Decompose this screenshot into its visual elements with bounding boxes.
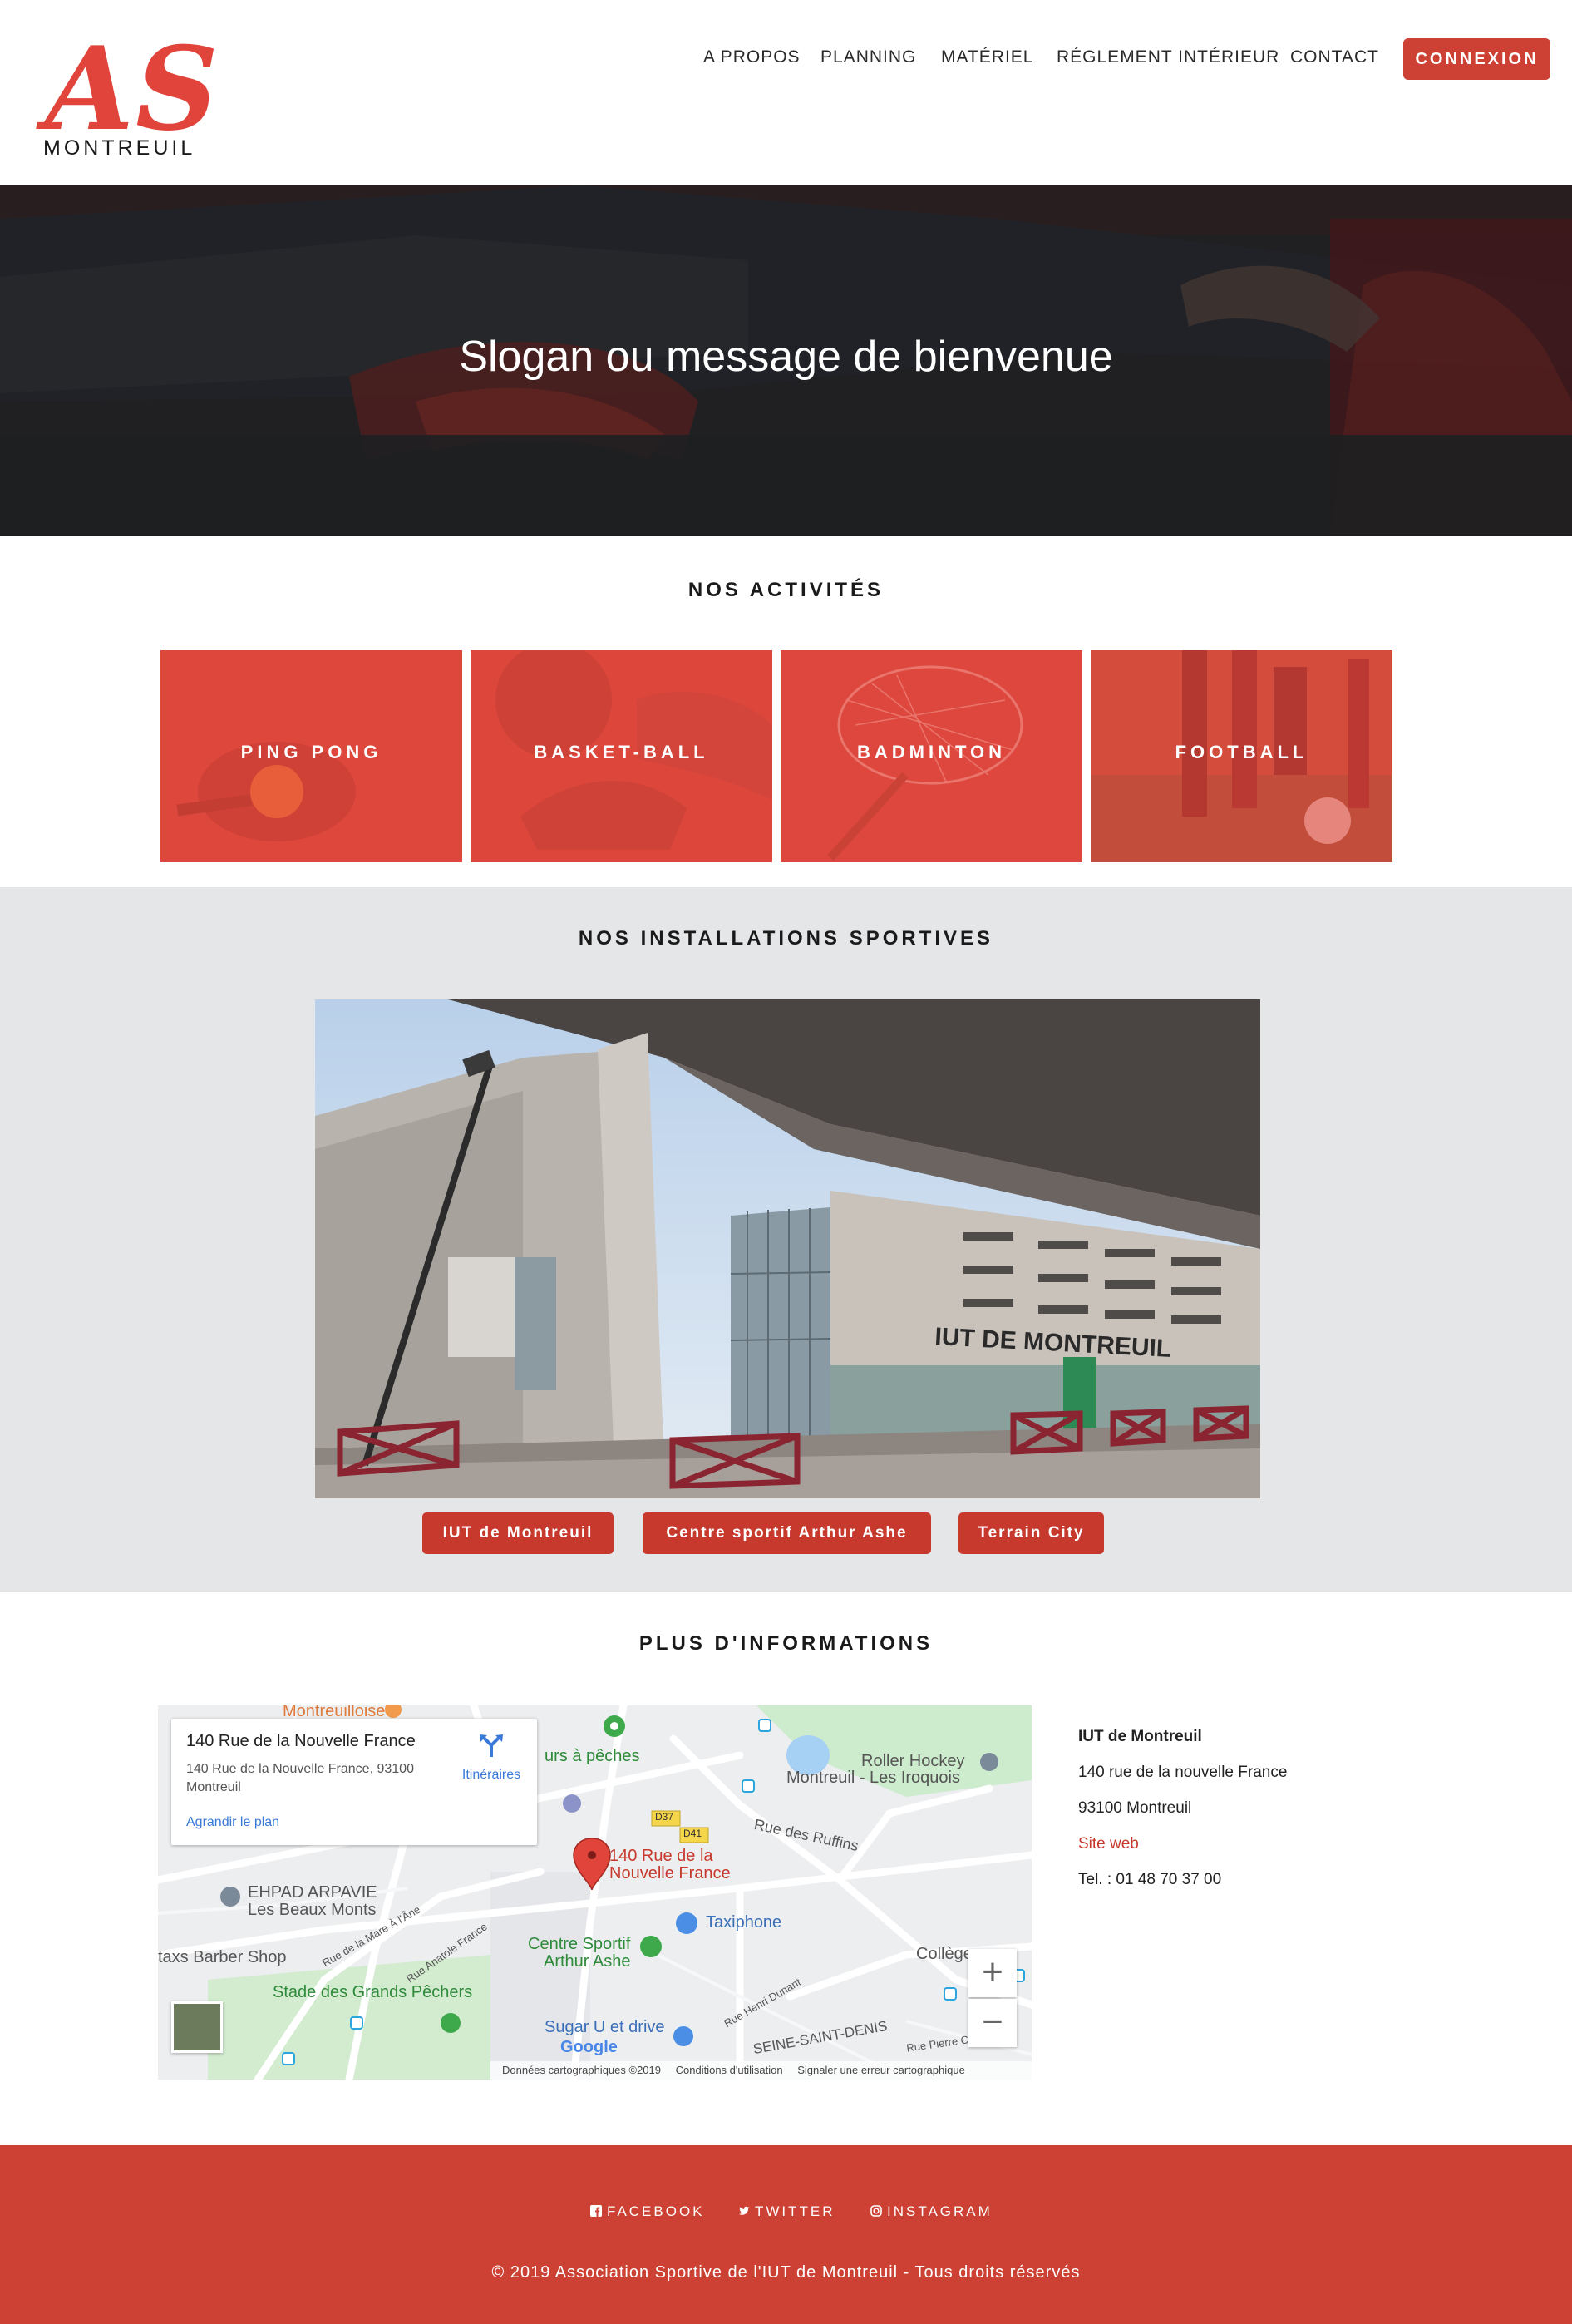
instagram-label: INSTAGRAM: [887, 2203, 993, 2219]
instagram-icon: [870, 2205, 882, 2217]
facebook-icon: [590, 2205, 602, 2217]
facebook-link[interactable]: FACEBOOK: [590, 2203, 705, 2220]
nav-item-a-propos[interactable]: A PROPOS: [703, 45, 801, 70]
map-card-title: 140 Rue de la Nouvelle France: [186, 1732, 416, 1750]
contact-info: IUT de Montreuil 140 rue de la nouvelle …: [1078, 1719, 1287, 1897]
directions-icon: [480, 1734, 503, 1757]
twitter-link[interactable]: TWITTER: [738, 2203, 835, 2220]
activities-title: NOS ACTIVITÉS: [687, 579, 885, 601]
activity-label: PING PONG: [240, 742, 382, 762]
logo-subtitle: MONTREUIL: [43, 136, 196, 160]
installation-photo: IUT DE MONTREUIL: [315, 999, 1260, 1498]
hero-banner: Slogan ou message de bienvenue: [0, 185, 1572, 536]
activity-label: BASKET-BALL: [534, 742, 709, 762]
zoom-in-button[interactable]: +: [968, 1949, 1017, 1997]
login-button[interactable]: CONNEXION: [1403, 38, 1550, 80]
site-footer: FACEBOOK TWITTER INSTAGRAM © 2019 Associ…: [0, 2145, 1572, 2324]
copyright-text: © 2019 Association Sportive de l'IUT de …: [491, 2263, 1081, 2282]
activity-label: FOOTBALL: [1175, 742, 1308, 762]
map-terms-link[interactable]: Conditions d'utilisation: [676, 2064, 783, 2076]
contact-city: 93100 Montreuil: [1078, 1799, 1192, 1817]
directions-label: Itinéraires: [461, 1768, 521, 1782]
info-title: PLUS D'INFORMATIONS: [638, 1632, 934, 1655]
main-nav: A PROPOS PLANNING MATÉRIEL RÉGLEMENT INT…: [0, 45, 1572, 70]
twitter-icon: [738, 2206, 750, 2215]
contact-phone: Tel. : 01 48 70 37 00: [1078, 1871, 1222, 1888]
activities-section: NOS ACTIVITÉS PING PONG BASKET-BALL BADM…: [0, 536, 1572, 887]
nav-item-materiel[interactable]: MATÉRIEL: [941, 45, 1033, 70]
activity-tile-ping-pong[interactable]: PING PONG: [160, 650, 462, 862]
contact-street: 140 rue de la nouvelle France: [1078, 1764, 1288, 1781]
nav-item-planning[interactable]: PLANNING: [820, 45, 916, 70]
instagram-link[interactable]: INSTAGRAM: [870, 2203, 993, 2220]
installations-title: NOS INSTALLATIONS SPORTIVES: [578, 927, 994, 950]
activity-tile-football[interactable]: FOOTBALL: [1091, 650, 1392, 862]
website-link[interactable]: Site web: [1078, 1826, 1287, 1862]
building-image: IUT DE MONTREUIL: [315, 999, 1260, 1498]
map-report-link[interactable]: Signaler une erreur cartographique: [797, 2064, 965, 2076]
activity-tile-badminton[interactable]: BADMINTON: [781, 650, 1082, 862]
map-attribution: Données cartographiques ©2019 Conditions…: [490, 2061, 1032, 2080]
info-section: PLUS D'INFORMATIONS Montreuilloise urs à…: [0, 1592, 1572, 2145]
place-button-arthur-ashe[interactable]: Centre sportif Arthur Ashe: [643, 1512, 931, 1554]
twitter-label: TWITTER: [755, 2203, 835, 2219]
map-card-address: 140 Rue de la Nouvelle France, 93100 Mon…: [186, 1762, 414, 1794]
enlarge-map-link[interactable]: Agrandir le plan: [186, 1815, 279, 1830]
place-button-iut[interactable]: IUT de Montreuil: [422, 1512, 614, 1554]
facebook-label: FACEBOOK: [607, 2203, 705, 2219]
hero-title: Slogan ou message de bienvenue: [459, 333, 1113, 381]
google-logo: Google: [560, 2038, 618, 2056]
installations-section: NOS INSTALLATIONS SPORTIVES IUT DE MONTR…: [0, 887, 1572, 1592]
contact-name: IUT de Montreuil: [1078, 1728, 1202, 1745]
map-data-credit: Données cartographiques ©2019: [502, 2064, 661, 2076]
zoom-out-button[interactable]: −: [968, 1999, 1017, 2047]
nav-item-contact[interactable]: CONTACT: [1290, 45, 1379, 70]
street-view-thumbnail[interactable]: [171, 2001, 223, 2053]
place-button-terrain-city[interactable]: Terrain City: [958, 1512, 1104, 1554]
activity-label: BADMINTON: [856, 742, 1007, 762]
directions-button[interactable]: Itinéraires: [454, 1732, 529, 1783]
site-header: AS MONTREUIL A PROPOS PLANNING MATÉRIEL …: [0, 0, 1572, 185]
google-map[interactable]: Montreuilloise urs à pêches Roller Hocke…: [158, 1705, 1032, 2080]
activity-tile-basket-ball[interactable]: BASKET-BALL: [471, 650, 772, 862]
map-info-card: 140 Rue de la Nouvelle France 140 Rue de…: [171, 1719, 537, 1845]
nav-item-reglement[interactable]: RÉGLEMENT INTÉRIEUR: [1057, 45, 1279, 70]
